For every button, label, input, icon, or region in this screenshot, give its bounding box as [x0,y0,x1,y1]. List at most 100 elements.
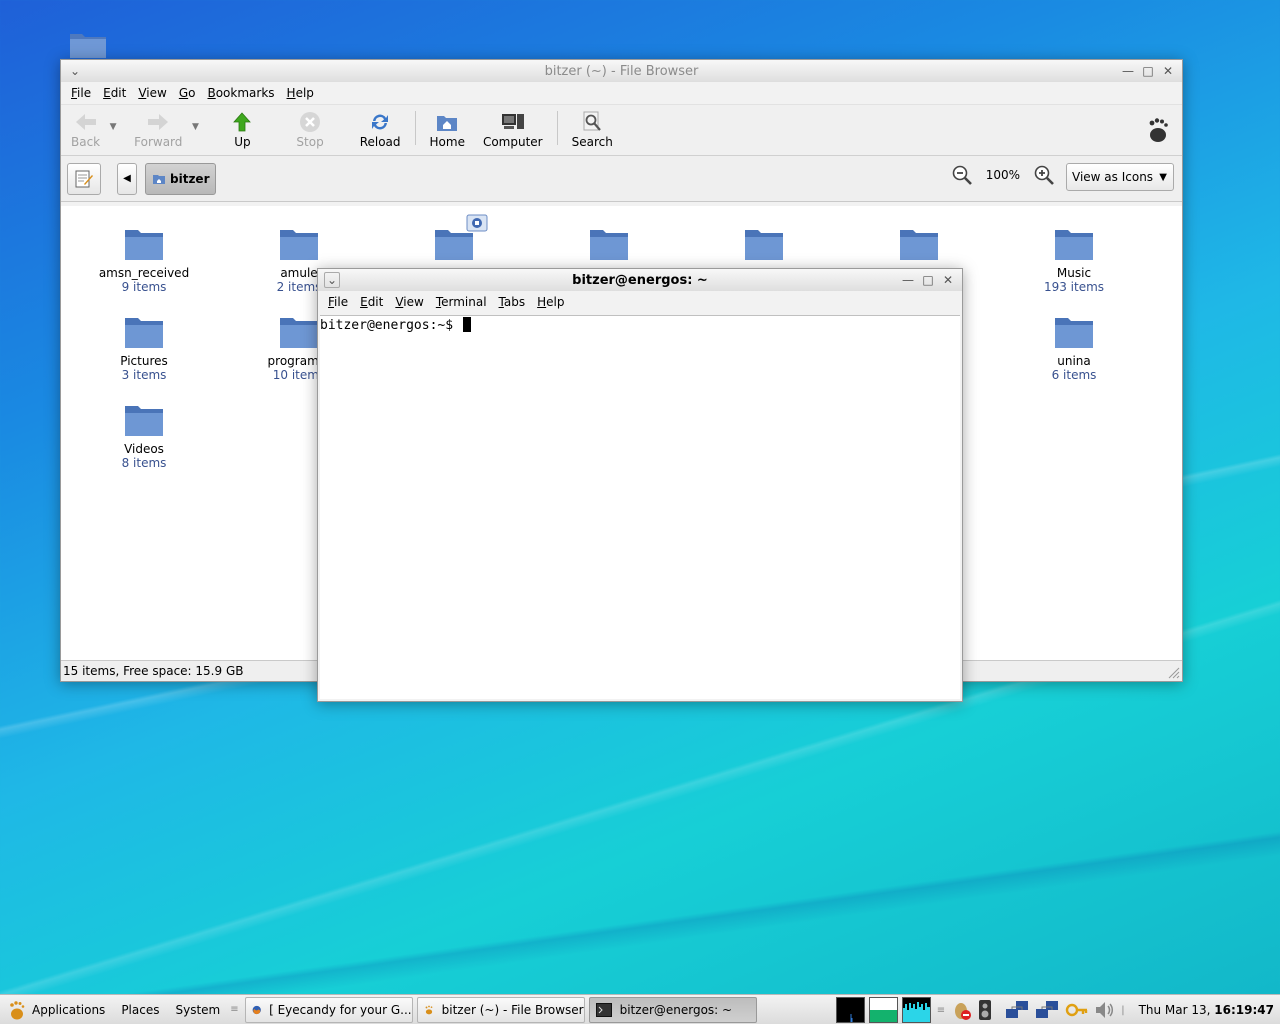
forward-button[interactable]: Forward [128,105,188,149]
folder-icon [125,406,163,436]
network-graph-icon [902,1002,930,1022]
task-file-browser[interactable]: bitzer (~) - File Browser [416,996,585,1023]
menu-go[interactable]: Go [173,86,202,100]
menu-help[interactable]: Help [281,86,320,100]
search-button[interactable]: Search [566,105,619,149]
file-browser-titlebar[interactable]: ⌄ bitzer (~) - File Browser — □ ✕ [61,60,1182,82]
zoom-in-button[interactable] [1032,163,1056,187]
folder-item-4[interactable] [549,226,669,266]
applications-menu[interactable]: Applications [0,995,113,1024]
folder-item-videos[interactable]: Videos 8 items [84,402,204,470]
terminal-cursor [462,317,471,332]
minimize-icon[interactable]: — [900,272,916,288]
location-edit-button[interactable] [67,162,101,195]
reload-button[interactable]: Reload [354,105,407,149]
tray-handle[interactable]: ≡ [935,1005,947,1016]
memory-monitor[interactable] [868,997,898,1023]
maximize-icon[interactable]: □ [920,272,936,288]
menu-file[interactable]: File [65,86,97,100]
panel-handle[interactable]: ≡ [228,1004,240,1015]
folder-item-amsn-received[interactable]: amsn_received 9 items [84,226,204,294]
folder-item-pictures[interactable]: Pictures 3 items [84,314,204,382]
keyring-icon[interactable] [1065,999,1089,1021]
zoom-out-icon [952,165,972,185]
chevron-down-icon: ▼ [1159,171,1167,183]
term-menu-terminal[interactable]: Terminal [430,295,493,309]
terminal-title: bitzer@energos: ~ [572,272,708,288]
menu-view[interactable]: View [132,86,172,100]
task-eyecandy[interactable]: [ Eyecandy for your G... [244,996,413,1023]
file-browser-menubar: File Edit View Go Bookmarks Help [61,82,1182,104]
back-arrow-icon [74,111,98,133]
folder-item-6[interactable] [859,226,979,266]
terminal-screen[interactable]: bitzer@energos:~$ [320,315,960,699]
minimize-icon[interactable]: — [1120,63,1136,79]
folder-icon [590,230,628,260]
file-browser-toolbar: Back ▼ Forward ▼ Up Stop Reload Home Com… [61,104,1182,156]
system-menu[interactable]: System [167,995,228,1024]
computer-icon [501,111,525,133]
location-bar: ◀ bitzer 100% View as Icons ▼ [61,156,1182,202]
back-button[interactable]: Back [65,105,106,149]
system-tray: ≡ | Thu Mar 13, 16:19:47 [835,996,1274,1024]
clock-handle: | [1121,1004,1125,1016]
network-connection-icon[interactable] [1005,999,1031,1021]
file-browser-icon [425,1005,432,1014]
maximize-icon[interactable]: □ [1140,63,1156,79]
stop-button[interactable]: Stop [290,105,329,149]
term-menu-view[interactable]: View [389,295,429,309]
forward-history-dropdown[interactable]: ▼ [188,105,202,149]
home-folder-icon [153,174,165,184]
firefox-icon [252,1005,261,1014]
terminal-window: ⌄ bitzer@energos: ~ — □ ✕ File Edit View… [317,268,963,702]
network-connection-icon-2[interactable] [1035,999,1061,1021]
terminal-icon [595,1002,612,1017]
folder-icon [1055,318,1093,348]
reload-icon [368,111,392,133]
term-menu-edit[interactable]: Edit [354,295,389,309]
desktop-folder-icon[interactable] [68,28,108,60]
file-browser-title: bitzer (~) - File Browser [544,63,699,79]
folder-item-5[interactable] [704,226,824,266]
terminal-menubar: File Edit View Terminal Tabs Help [318,291,962,313]
update-notifier-icon[interactable] [951,999,973,1021]
search-icon [580,111,604,133]
speaker-device-icon[interactable] [977,999,993,1021]
term-menu-tabs[interactable]: Tabs [493,295,532,309]
folder-item-3[interactable] [394,226,514,266]
folder-icon [1055,230,1093,260]
network-monitor[interactable] [901,997,931,1023]
up-button[interactable]: Up [224,105,260,149]
terminal-prompt: bitzer@energos:~$ [320,318,454,333]
terminal-titlebar[interactable]: ⌄ bitzer@energos: ~ — □ ✕ [318,269,962,291]
cpu-monitor[interactable] [835,997,865,1023]
folder-item-unina[interactable]: unina 6 items [1014,314,1134,382]
gnome-foot-icon [1146,117,1170,146]
status-text: 15 items, Free space: 15.9 GB [63,664,244,678]
home-button[interactable]: Home [424,105,471,149]
cpu-graph-icon [850,1014,853,1022]
folder-icon [280,318,318,348]
menu-bookmarks[interactable]: Bookmarks [201,86,280,100]
zoom-out-button[interactable] [950,163,974,187]
view-mode-select[interactable]: View as Icons ▼ [1066,163,1174,191]
resize-grip-icon[interactable] [1168,667,1180,679]
back-history-dropdown[interactable]: ▼ [106,105,120,149]
folder-item-music[interactable]: Music 193 items [1014,226,1134,294]
folder-icon [125,230,163,260]
close-icon[interactable]: ✕ [1160,63,1176,79]
places-menu[interactable]: Places [113,995,167,1024]
computer-button[interactable]: Computer [477,105,549,149]
term-menu-help[interactable]: Help [531,295,570,309]
path-scroll-left-button[interactable]: ◀ [117,162,137,195]
menu-edit[interactable]: Edit [97,86,132,100]
close-icon[interactable]: ✕ [940,272,956,288]
task-terminal[interactable]: bitzer@energos: ~ [588,996,757,1023]
zoom-control: 100% [950,163,1056,187]
term-menu-file[interactable]: File [322,295,354,309]
stop-icon [298,111,322,133]
volume-icon[interactable] [1093,999,1115,1021]
path-crumb-bitzer[interactable]: bitzer [145,162,217,195]
up-arrow-icon [230,111,254,133]
clock[interactable]: Thu Mar 13, 16:19:47 [1139,1003,1274,1017]
